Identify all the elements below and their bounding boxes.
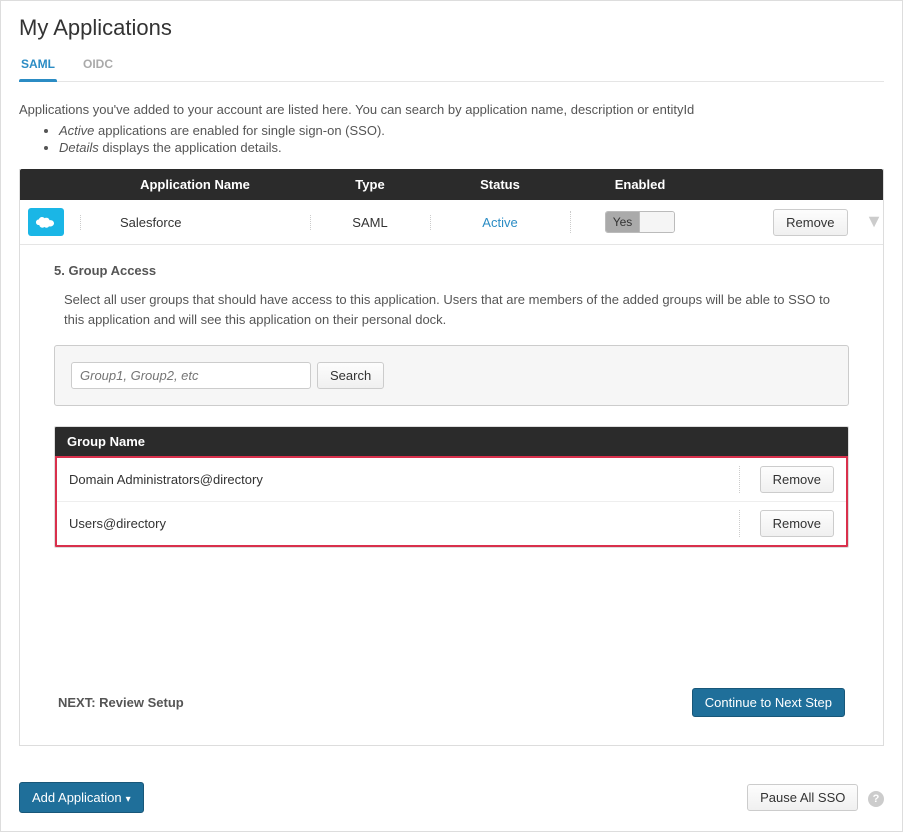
group-search-box: Search xyxy=(54,345,849,406)
group-search-input[interactable] xyxy=(71,362,311,389)
remove-group-button[interactable]: Remove xyxy=(760,510,834,537)
app-status-cell: Active xyxy=(430,207,570,238)
section-description: Select all user groups that should have … xyxy=(64,290,849,329)
col-header-status: Status xyxy=(430,177,570,192)
apps-table-header: Application Name Type Status Enabled xyxy=(20,169,883,200)
add-application-button[interactable]: Add Application ▾ xyxy=(19,782,144,813)
section-title: 5. Group Access xyxy=(54,263,849,278)
app-type-tabs: SAML OIDC xyxy=(19,51,884,82)
group-row: Users@directory Remove xyxy=(57,502,846,545)
help-icon[interactable]: ? xyxy=(868,791,884,807)
next-step-label: NEXT: Review Setup xyxy=(58,695,184,710)
intro-bullets: Active applications are enabled for sing… xyxy=(59,123,884,155)
group-search-button[interactable]: Search xyxy=(317,362,384,389)
status-active-link[interactable]: Active xyxy=(482,215,517,230)
page-footer: Add Application ▾ Pause All SSO ? xyxy=(19,782,884,813)
col-header-name: Application Name xyxy=(80,177,310,192)
groups-table-header: Group Name xyxy=(55,427,848,456)
groups-table: Group Name Domain Administrators@directo… xyxy=(54,426,849,548)
tab-saml[interactable]: SAML xyxy=(19,51,57,81)
group-name-cell: Domain Administrators@directory xyxy=(69,472,263,487)
applications-panel: Application Name Type Status Enabled Sal… xyxy=(19,169,884,746)
intro-bullet-text: applications are enabled for single sign… xyxy=(94,123,385,138)
intro-text: Applications you've added to your accoun… xyxy=(19,102,884,117)
enabled-toggle[interactable]: Yes xyxy=(605,211,675,233)
remove-group-button[interactable]: Remove xyxy=(760,466,834,493)
caret-down-icon: ▾ xyxy=(126,794,131,805)
remove-app-button[interactable]: Remove xyxy=(773,209,847,236)
group-access-section: 5. Group Access Select all user groups t… xyxy=(20,245,883,745)
pause-sso-wrap: Pause All SSO ? xyxy=(747,784,884,811)
app-type-cell: SAML xyxy=(310,207,430,238)
intro-bullet-active: Active applications are enabled for sing… xyxy=(59,123,884,138)
group-name-cell: Users@directory xyxy=(69,516,166,531)
toggle-off-label xyxy=(640,212,674,232)
intro-bullet-em: Active xyxy=(59,123,94,138)
group-row: Domain Administrators@directory Remove xyxy=(57,458,846,502)
page-title: My Applications xyxy=(19,15,884,41)
group-action-cell: Remove xyxy=(739,466,834,493)
app-name-cell: Salesforce xyxy=(80,207,310,238)
intro-bullet-details: Details displays the application details… xyxy=(59,140,884,155)
groups-table-body: Domain Administrators@directory Remove U… xyxy=(55,456,848,547)
intro-bullet-text: displays the application details. xyxy=(99,140,282,155)
tab-oidc[interactable]: OIDC xyxy=(81,51,115,81)
pause-all-sso-button[interactable]: Pause All SSO xyxy=(747,784,858,811)
app-actions-cell: Remove ▼ xyxy=(710,201,883,244)
col-header-type: Type xyxy=(310,177,430,192)
app-enabled-cell: Yes xyxy=(570,203,710,241)
intro-bullet-em: Details xyxy=(59,140,99,155)
add-application-label: Add Application xyxy=(32,790,122,805)
salesforce-logo-icon xyxy=(28,208,64,236)
toggle-on-label: Yes xyxy=(606,212,640,232)
app-row-salesforce: Salesforce SAML Active Yes Remove ▼ xyxy=(20,200,883,245)
col-header-enabled: Enabled xyxy=(570,177,710,192)
continue-next-step-button[interactable]: Continue to Next Step xyxy=(692,688,845,717)
my-applications-page: My Applications SAML OIDC Applications y… xyxy=(0,0,903,832)
group-action-cell: Remove xyxy=(739,510,834,537)
expand-row-icon[interactable]: ▼ xyxy=(851,211,883,231)
wizard-footer: NEXT: Review Setup Continue to Next Step xyxy=(54,688,849,717)
